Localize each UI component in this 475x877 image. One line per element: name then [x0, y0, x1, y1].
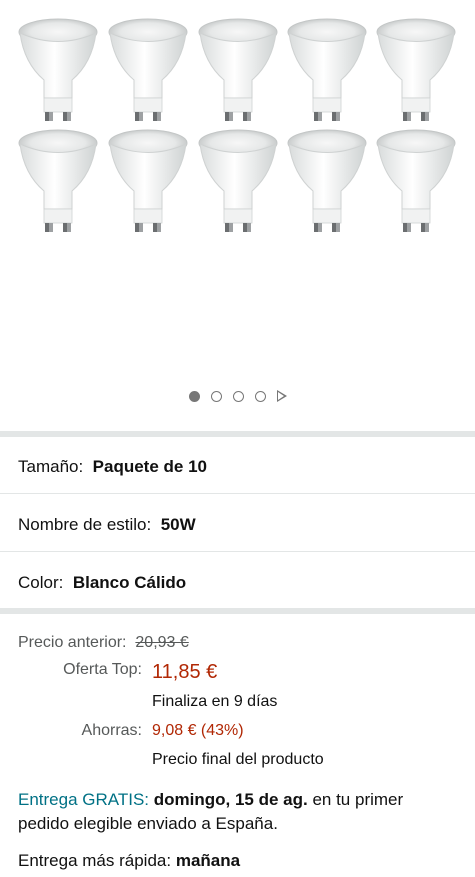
savings-row: Ahorras: 9,08 € (43%)	[0, 722, 244, 740]
free-delivery-link[interactable]: Entrega GRATIS:	[18, 790, 149, 809]
final-price-note: Precio final del producto	[152, 751, 324, 769]
color-variation[interactable]: Color: Blanco Cálido	[18, 573, 186, 593]
carousel-dot[interactable]	[232, 390, 244, 402]
size-label: Tamaño:	[18, 457, 84, 476]
section-divider	[0, 608, 475, 614]
carousel-dot[interactable]	[188, 390, 200, 402]
previous-price-value: 20,93 €	[135, 634, 189, 651]
style-value: 50W	[160, 515, 196, 534]
fastest-delivery: Entrega más rápida: mañana	[18, 851, 240, 871]
row-divider	[0, 551, 475, 552]
deal-ends-text: Finaliza en 9 días	[152, 693, 278, 710]
previous-price-row: Precio anterior: 20,93 €	[18, 634, 189, 652]
final-price-text: Precio final del producto	[152, 751, 324, 768]
carousel-dot[interactable]	[210, 390, 222, 402]
video-play-icon[interactable]	[276, 390, 287, 402]
color-label: Color:	[18, 573, 64, 592]
product-image[interactable]	[0, 10, 475, 250]
fastest-delivery-value: mañana	[175, 851, 241, 870]
carousel-dot[interactable]	[254, 390, 266, 402]
deal-ends-row: Finaliza en 9 días	[152, 693, 277, 711]
carousel-indicator[interactable]	[0, 390, 475, 402]
section-divider	[0, 431, 475, 437]
delivery-date: domingo, 15 de ag.	[153, 790, 308, 809]
deal-price-row: Oferta Top: 11,85 €	[0, 661, 217, 684]
previous-price-label: Precio anterior:	[18, 634, 127, 651]
color-value: Blanco Cálido	[72, 573, 187, 592]
deal-price-value: 11,85 €	[152, 661, 218, 683]
savings-value: 9,08 € (43%)	[152, 722, 244, 739]
style-label: Nombre de estilo:	[18, 515, 152, 534]
savings-label: Ahorras:	[81, 722, 142, 739]
delivery-message: Entrega GRATIS: domingo, 15 de ag. en tu…	[18, 788, 458, 836]
fastest-delivery-label: Entrega más rápida:	[18, 851, 172, 870]
size-value: Paquete de 10	[92, 457, 207, 476]
deal-label: Oferta Top:	[63, 661, 142, 678]
size-variation[interactable]: Tamaño: Paquete de 10	[18, 457, 207, 477]
style-variation[interactable]: Nombre de estilo: 50W	[18, 515, 196, 535]
product-image-gallery[interactable]	[0, 0, 475, 430]
row-divider	[0, 493, 475, 494]
